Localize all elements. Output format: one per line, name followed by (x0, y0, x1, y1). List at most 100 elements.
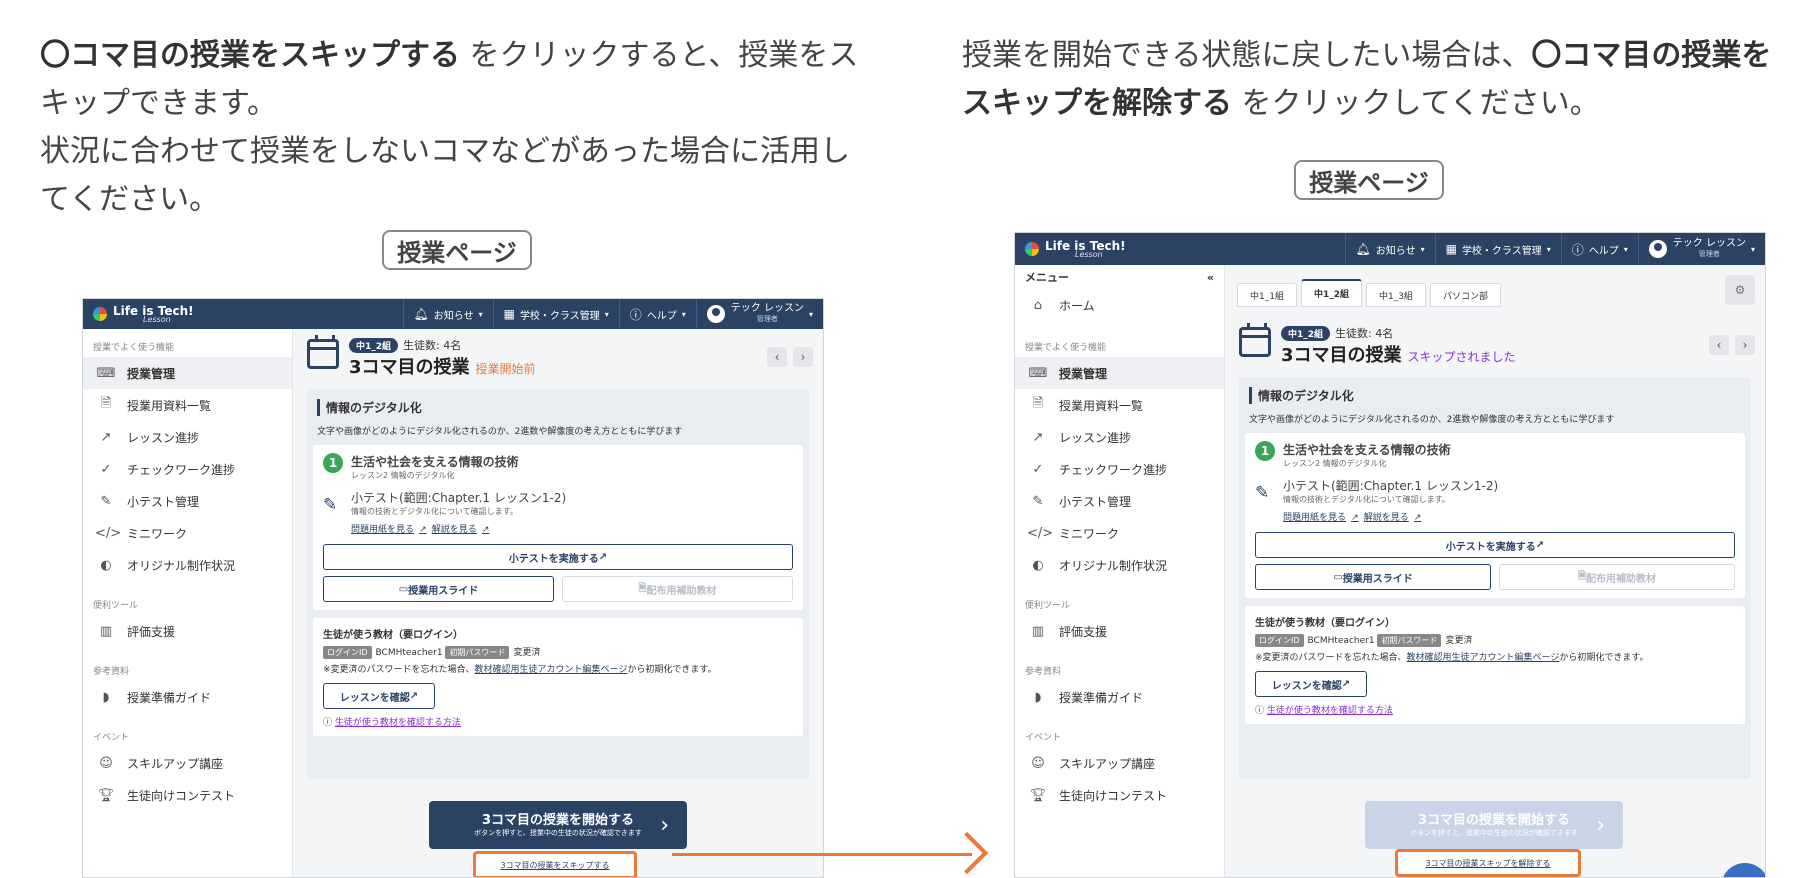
skip-lesson-link[interactable]: 3コマ目の授業をスキップする (473, 851, 637, 877)
password-tag: 初期パスワード (1377, 634, 1442, 647)
quiz-answer-link[interactable]: 解説を見る (432, 525, 477, 535)
pen-icon: ✎ (1255, 483, 1270, 503)
check-circle-icon: ✓ (100, 461, 112, 477)
notice-label: お知らせ (433, 310, 474, 322)
bell-icon: 🔔︎ (1355, 242, 1371, 256)
prev-button[interactable]: ‹ (1709, 335, 1729, 355)
unskip-lesson-link[interactable]: 3コマ目の授業スキップを解除する (1395, 849, 1581, 877)
sidebar-item-lesson-progress[interactable]: ↗ レッスン進捗 (1015, 421, 1224, 453)
tab-class-3[interactable]: 中1_3組 (1365, 283, 1426, 307)
bar-chart-icon: ▥ (99, 623, 113, 639)
caret-icon: ▾ (604, 309, 609, 319)
howto-link[interactable]: 生徒が使う教材を確認する方法 (335, 718, 461, 728)
slide-button[interactable]: ▭ 授業用スライド (1255, 564, 1491, 590)
tab-class-2[interactable]: 中1_2組 (1300, 279, 1362, 307)
sidebar-item-checkwork[interactable]: ✓ チェックワーク進捗 (83, 453, 292, 485)
caret-icon: ▾ (478, 309, 483, 319)
help-menu[interactable]: ⓘ ヘルプ ▾ (618, 299, 696, 329)
trophy-icon: 🏆︎ (1029, 787, 1047, 803)
sidebar-item-label: ミニワーク (1059, 526, 1120, 541)
slide-label: 授業用スライド (1342, 573, 1413, 585)
lesson-sub: レッスン2 情報のデジタル化 (1283, 459, 1387, 468)
sidebar-item-original-work[interactable]: ◐ オリジナル制作状況 (1015, 549, 1224, 581)
sidebar-item-contest[interactable]: 🏆︎ 生徒向けコンテスト (83, 779, 292, 811)
run-quiz-button[interactable]: 小テストを実施する ↗ (323, 544, 793, 570)
sidebar-item-lesson-management[interactable]: ⌨ 授業管理 (83, 357, 292, 389)
account-edit-link[interactable]: 教材確認用生徒アカウント編集ページ (475, 665, 628, 675)
sidebar-section-events: イベント (1025, 732, 1062, 743)
run-quiz-button[interactable]: 小テストを実施する ↗ (1255, 532, 1735, 558)
sidebar-item-label: 授業管理 (1059, 366, 1108, 381)
student-material-card: 生徒が使う教材（要ログイン） ログインID BCMHteacher1 初期パスワー… (313, 618, 803, 736)
sidebar-item-lesson-progress[interactable]: ↗ レッスン進捗 (83, 421, 292, 453)
section-title: 情報のデジタル化 (1249, 387, 1745, 404)
sidebar-item-quiz[interactable]: ✎ 小テスト管理 (83, 485, 292, 517)
tab-pc-club[interactable]: パソコン部 (1429, 283, 1501, 307)
app-logo[interactable]: Life is Tech! Lesson (1025, 239, 1126, 259)
next-button[interactable]: › (1735, 335, 1755, 355)
sidebar-item-quiz[interactable]: ✎ 小テスト管理 (1015, 485, 1224, 517)
quiz-sheet-link[interactable]: 問題用紙を見る (351, 525, 414, 535)
user-menu[interactable]: テック レッスン 管理者 ▾ (1637, 233, 1765, 265)
sidebar-item-original-work[interactable]: ◐ オリジナル制作状況 (83, 549, 292, 581)
quiz-answer-link[interactable]: 解説を見る (1364, 513, 1409, 523)
password-note: ※変更済のパスワードを忘れた場合、 (1255, 653, 1407, 663)
caret-icon: ▾ (1750, 244, 1755, 254)
notice-menu[interactable]: 🔔︎ お知らせ ▾ (1344, 233, 1435, 265)
sidebar-item-checkwork[interactable]: ✓ チェックワーク進捗 (1015, 453, 1224, 485)
smile-icon: ☺ (1031, 755, 1045, 771)
class-tabs: 中1_1組 中1_2組 中1_3組 パソコン部 (1237, 279, 1501, 307)
account-edit-link[interactable]: 教材確認用生徒アカウント編集ページ (1407, 653, 1560, 663)
trend-up-icon: ↗ (1032, 429, 1044, 445)
sidebar-item-skillup[interactable]: ☺ スキルアップ講座 (1015, 747, 1224, 779)
student-count: 生徒数: 4名 (403, 339, 462, 352)
notice-menu[interactable]: 🔔︎ お知らせ ▾ (402, 299, 493, 329)
gear-icon[interactable]: ⚙ (1725, 275, 1755, 305)
help-icon: ⓘ (1571, 242, 1584, 257)
sidebar-item-guide[interactable]: ◗ 授業準備ガイド (83, 681, 292, 713)
sidebar-item-lesson-management[interactable]: ⌨ 授業管理 (1015, 357, 1224, 389)
sidebar-item-miniwork[interactable]: </> ミニワーク (1015, 517, 1224, 549)
collapse-icon[interactable]: « (1207, 271, 1214, 284)
login-tag: ログインID (323, 646, 372, 659)
check-lesson-button[interactable]: レッスンを確認 ↗ (1255, 671, 1367, 697)
sidebar-section-refs: 参考資料 (93, 666, 130, 677)
help-label: ヘルプ (1588, 245, 1619, 257)
sidebar-item-home[interactable]: ⌂ ホーム (1015, 289, 1224, 321)
sidebar-item-evaluation[interactable]: ▥ 評価支援 (83, 615, 292, 647)
app-logo[interactable]: Life is Tech! Lesson (93, 304, 194, 324)
quiz-sheet-link[interactable]: 問題用紙を見る (1283, 513, 1346, 523)
document-icon: 🗎 (100, 396, 112, 411)
help-icon: ⓘ (1255, 706, 1265, 716)
caret-icon: ▾ (1623, 244, 1628, 254)
sidebar-item-contest[interactable]: 🏆︎ 生徒向けコンテスト (1015, 779, 1224, 811)
school-menu[interactable]: ▦ 学校・クラス管理 ▾ (1434, 233, 1561, 265)
lesson-card: 1 生活や社会を支える情報の技術 レッスン2 情報のデジタル化 ✎ 小テスト(範囲:C… (1245, 433, 1745, 598)
next-button[interactable]: › (793, 347, 813, 367)
school-menu[interactable]: ▦ 学校・クラス管理 ▾ (492, 299, 619, 329)
howto-link[interactable]: 生徒が使う教材を確認する方法 (1267, 706, 1393, 716)
password-note-end: から初期化できます。 (1559, 653, 1649, 663)
sidebar-item-skillup[interactable]: ☺ スキルアップ講座 (83, 747, 292, 779)
tab-class-1[interactable]: 中1_1組 (1237, 283, 1297, 307)
sidebar-item-materials[interactable]: 🗎 授業用資料一覧 (83, 389, 292, 421)
sidebar-item-label: 授業管理 (127, 366, 176, 381)
sidebar-item-materials[interactable]: 🗎 授業用資料一覧 (1015, 389, 1224, 421)
check-lesson-button[interactable]: レッスンを確認 ↗ (323, 683, 435, 709)
slide-button[interactable]: ▭ 授業用スライド (323, 576, 554, 602)
sidebar-item-evaluation[interactable]: ▥ 評価支援 (1015, 615, 1224, 647)
prev-button[interactable]: ‹ (767, 347, 787, 367)
user-menu[interactable]: テック レッスン 管理者 ▾ (695, 299, 823, 329)
start-lesson-button[interactable]: 3コマ目の授業を開始する ボタンを押すと、授業中の生徒の状況が確認できます › (429, 801, 687, 849)
trophy-icon: 🏆︎ (97, 787, 115, 803)
sidebar-item-label: オリジナル制作状況 (127, 558, 236, 573)
help-menu[interactable]: ⓘ ヘルプ ▾ (1560, 233, 1638, 265)
chat-icon[interactable] (1721, 863, 1765, 877)
sidebar-item-guide[interactable]: ◗ 授業準備ガイド (1015, 681, 1224, 713)
lesson-name: 生活や社会を支える情報の技術 (1283, 443, 1451, 457)
chevron-right-icon: › (660, 813, 669, 838)
sidebar-item-miniwork[interactable]: </> ミニワーク (83, 517, 292, 549)
terminal-icon: ⌨ (1028, 365, 1048, 381)
page-label-right: 授業ページ (1294, 160, 1444, 200)
sidebar-item-label: スキルアップ講座 (127, 756, 224, 771)
